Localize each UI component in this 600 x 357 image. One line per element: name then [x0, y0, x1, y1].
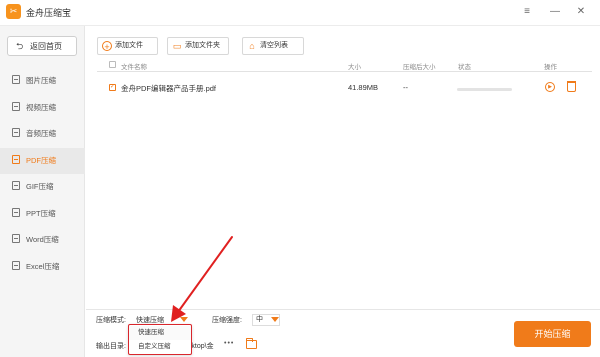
sidebar-item-word[interactable]: Word压缩	[0, 227, 85, 254]
back-home-label: 返回首页	[30, 42, 62, 51]
sidebar-item-label: 视频压缩	[26, 102, 56, 112]
ppt-icon	[12, 207, 20, 217]
open-folder-icon[interactable]	[246, 338, 257, 349]
mode-option-custom[interactable]: 自定义压缩	[129, 340, 191, 354]
start-compress-button[interactable]: 开始压缩	[514, 321, 591, 347]
header-compressed-size: 压缩后大小	[403, 64, 436, 71]
compressed-size: --	[403, 83, 408, 92]
output-dir-label: 输出目录:	[96, 343, 126, 350]
sidebar-item-label: Excel压缩	[26, 261, 60, 271]
mode-dropdown: 快速压缩 自定义压缩	[128, 324, 192, 355]
plus-circle-icon: +	[102, 41, 112, 52]
file-name: 金舟PDF编辑器产品手册.pdf	[121, 84, 217, 93]
strength-chevron-down-icon[interactable]	[271, 317, 279, 322]
broom-icon: ⌂	[249, 41, 255, 51]
sidebar-item-label: 音频压缩	[26, 129, 56, 138]
video-icon	[12, 101, 20, 111]
row-checkbox[interactable]: ✓	[109, 84, 116, 91]
header-file-name: 文件名称	[121, 64, 147, 71]
sidebar-item-ppt[interactable]: PPT压缩	[0, 201, 85, 228]
trash-icon[interactable]	[567, 81, 576, 92]
play-icon[interactable]: ▶	[545, 82, 555, 92]
sidebar-item-gif[interactable]: GIF压缩	[0, 174, 85, 201]
sidebar-item-label: GIF压缩	[26, 182, 54, 191]
image-icon	[12, 75, 20, 84]
header-actions: 操作	[544, 64, 557, 71]
sidebar-item-pdf[interactable]: PDF压缩	[0, 147, 85, 174]
word-icon	[12, 234, 20, 243]
folder-icon: ▭	[172, 41, 182, 51]
annotation-arrow-shaft	[177, 236, 233, 313]
select-all-checkbox[interactable]	[109, 61, 116, 68]
pdf-icon	[12, 154, 20, 164]
file-size: 41.89MB	[348, 83, 379, 92]
header-size: 大小	[348, 64, 361, 71]
sidebar-item-label: PDF压缩	[26, 155, 56, 165]
excel-icon	[12, 260, 20, 270]
minimize-icon[interactable]: —	[548, 5, 562, 19]
header-status: 状态	[458, 64, 471, 71]
clear-list-button[interactable]: ⌂ 清空列表	[242, 37, 304, 55]
sidebar-item-video[interactable]: 视频压缩	[0, 95, 85, 122]
progress-bar	[457, 88, 512, 91]
close-icon[interactable]: ✕	[574, 5, 588, 19]
mode-chevron-down-icon[interactable]	[180, 317, 188, 322]
sidebar-item-image[interactable]: 图片压缩	[0, 68, 85, 95]
back-home-button[interactable]: ⮌ 返回首页	[7, 36, 77, 56]
sidebar-nav: 图片压缩 视频压缩 音频压缩 PDF压缩 GIF压缩 PPT压缩 Word压缩 …	[0, 68, 85, 280]
sidebar-item-label: PPT压缩	[26, 208, 56, 218]
menu-icon[interactable]: ≡	[520, 5, 534, 19]
sidebar-item-audio[interactable]: 音频压缩	[0, 121, 85, 148]
title-bar: ✂ 金舟压缩宝 ≡ — ✕	[0, 0, 600, 26]
app-title: 金舟压缩宝	[26, 8, 72, 18]
add-folder-button[interactable]: ▭ 添加文件夹	[167, 37, 229, 55]
table-row: ✓ 金舟PDF编辑器产品手册.pdf 41.89MB -- ▶	[97, 78, 592, 98]
strength-value: 中	[256, 316, 263, 323]
back-arrow-icon: ⮌	[16, 41, 24, 51]
clear-list-label: 清空列表	[260, 42, 288, 49]
add-folder-label: 添加文件夹	[185, 42, 220, 49]
mode-option-fast[interactable]: 快速压缩	[129, 326, 191, 340]
sidebar-item-excel[interactable]: Excel压缩	[0, 254, 85, 281]
add-file-button[interactable]: + 添加文件	[97, 37, 158, 55]
sidebar: ⮌ 返回首页 图片压缩 视频压缩 音频压缩 PDF压缩 GIF压缩 PPT压缩 W…	[0, 26, 85, 357]
mode-label: 压缩模式:	[96, 317, 126, 324]
browse-more-button[interactable]: •••	[224, 340, 234, 347]
gif-icon	[12, 181, 20, 190]
app-logo-icon: ✂	[6, 4, 21, 19]
audio-icon	[12, 128, 20, 137]
sidebar-item-label: 图片压缩	[26, 76, 56, 85]
strength-label: 压缩强度:	[212, 317, 242, 324]
file-table-header: 文件名称 大小 压缩后大小 状态 操作	[97, 59, 592, 72]
sidebar-item-label: Word压缩	[26, 235, 59, 244]
add-file-label: 添加文件	[115, 42, 143, 49]
